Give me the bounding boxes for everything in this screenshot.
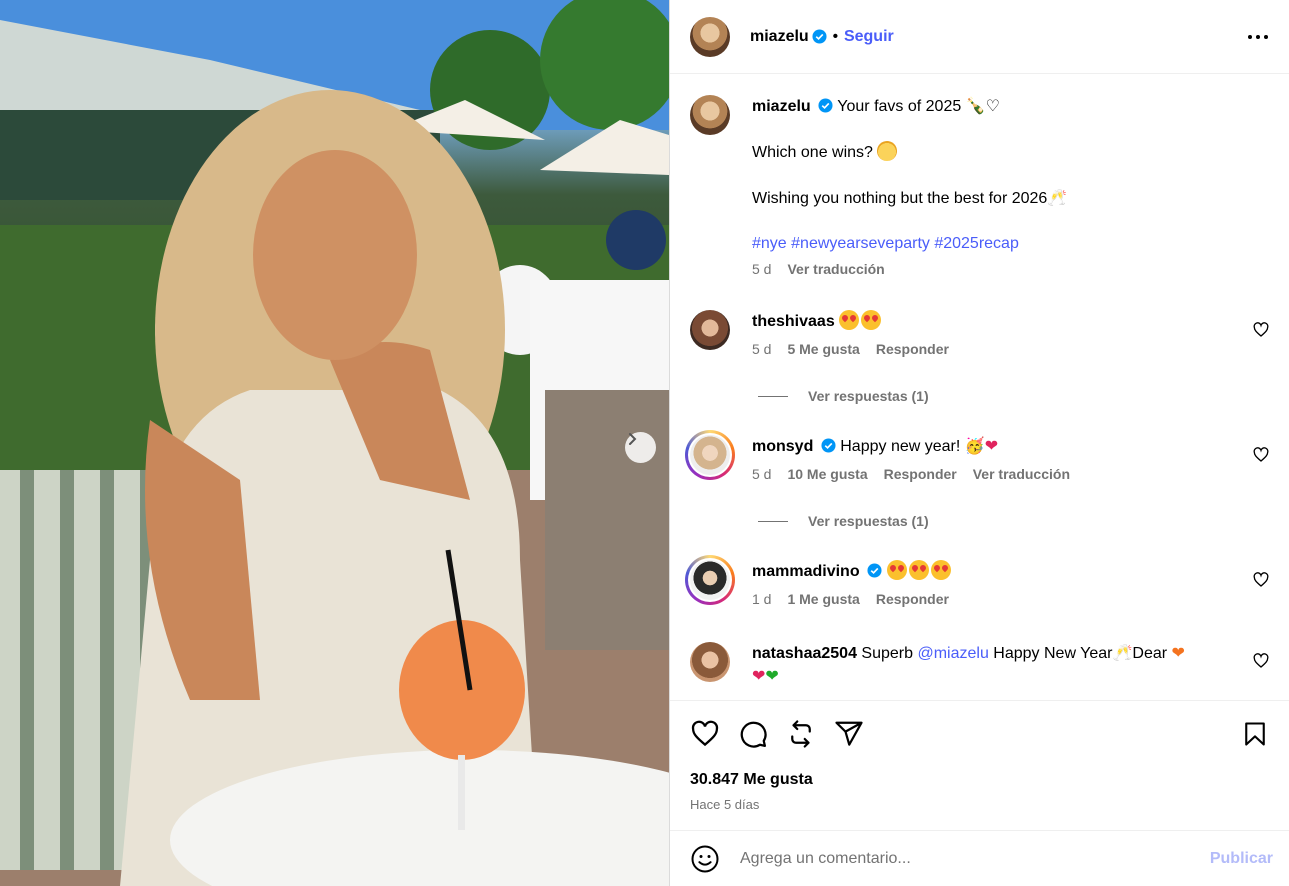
caption-hashtags[interactable]: #nye #newyearseveparty #2025recap [752, 235, 1019, 252]
comment-age[interactable]: 5 d [752, 466, 771, 482]
comment-age[interactable]: 5 d [752, 341, 771, 357]
comment-translate-link[interactable]: Ver traducción [973, 466, 1070, 482]
champagne-icon: 🍾 [965, 96, 986, 115]
comment-text-before: Superb [861, 645, 914, 662]
heart-eyes-icon [861, 310, 882, 330]
comment-reply-button[interactable]: Responder [876, 341, 949, 357]
heart-eyes-icon [886, 560, 907, 580]
chevron-right-icon [629, 433, 637, 445]
green-heart-icon: ❤ [765, 666, 779, 685]
comment-likes[interactable]: 10 Me gusta [787, 466, 867, 482]
heart-eyes-icon [839, 310, 860, 330]
comment-age[interactable]: 1 d [752, 591, 771, 607]
verified-badge-icon [821, 438, 836, 453]
more-options-icon[interactable] [1247, 26, 1269, 48]
replies-divider [758, 520, 788, 522]
caption-translate-link[interactable]: Ver traducción [787, 261, 884, 277]
comment-like-icon[interactable] [1253, 447, 1269, 463]
comment-username[interactable]: mammadivino [752, 563, 860, 580]
comment-item: monsyd Happy new year! 🥳❤ 5 d 10 Me gust… [685, 430, 1269, 482]
post-photo-illustration [0, 0, 669, 886]
share-icon[interactable] [834, 719, 864, 749]
comment-like-icon[interactable] [1253, 322, 1269, 338]
comment-text-after: Happy New Year [993, 645, 1113, 662]
repost-icon[interactable] [786, 719, 816, 749]
party-mask-icon: 🥳 [964, 436, 985, 455]
like-icon[interactable] [690, 719, 720, 749]
comment-avatar[interactable] [690, 642, 730, 682]
view-replies-button[interactable]: Ver respuestas (1) [758, 388, 929, 404]
caption: miazelu Your favs of 2025 🍾♡ Which one w… [690, 95, 1269, 277]
view-replies-button[interactable]: Ver respuestas (1) [758, 513, 929, 529]
post-side-panel: miazelu • Seguir miazelu Your favs of 20… [669, 0, 1289, 886]
comment-item: theshivaas 5 d 5 Me gusta Responder [690, 310, 1269, 357]
post-photo[interactable] [0, 0, 669, 886]
caption-text-line1: Your favs of 2025 [837, 98, 962, 115]
comment-likes[interactable]: 1 Me gusta [787, 591, 859, 607]
comment-icon[interactable] [738, 719, 768, 749]
comment-like-icon[interactable] [1253, 572, 1269, 588]
view-replies-label: Ver respuestas (1) [808, 388, 929, 404]
heart-eyes-icon [908, 560, 929, 580]
verified-badge-icon [867, 563, 882, 578]
verified-badge-icon [812, 29, 827, 44]
save-bookmark-icon[interactable] [1241, 719, 1269, 749]
comment-item: natashaa2504 Superb @miazelu Happy New Y… [690, 642, 1269, 688]
comment-reply-button[interactable]: Responder [884, 466, 957, 482]
clinking-glasses-icon: 🥂 [1112, 643, 1133, 662]
heart-eyes-icon [930, 560, 951, 580]
comment-username[interactable]: natashaa2504 [752, 645, 857, 662]
follow-button[interactable]: Seguir [844, 28, 894, 46]
clinking-glasses-icon: 🥂 [1047, 188, 1068, 207]
add-comment-bar: Publicar [670, 830, 1289, 886]
caption-text-line2: Which one wins? [752, 144, 873, 161]
separator-dot: • [832, 28, 838, 45]
heart-outline-icon: ♡ [985, 96, 1000, 115]
orange-heart-icon: ❤ [1171, 643, 1185, 662]
publish-button[interactable]: Publicar [1210, 850, 1273, 868]
caption-avatar[interactable] [690, 95, 730, 135]
comment-input[interactable] [740, 849, 1210, 868]
comment-avatar [690, 435, 730, 475]
view-replies-label: Ver respuestas (1) [808, 513, 929, 529]
comment-text: Happy new year! [840, 438, 961, 455]
story-ring[interactable] [685, 430, 735, 480]
comment-username[interactable]: monsyd [752, 438, 813, 455]
author-username[interactable]: miazelu [750, 28, 809, 46]
comment-likes[interactable]: 5 Me gusta [787, 341, 859, 357]
author-avatar[interactable] [690, 16, 730, 57]
replies-divider [758, 395, 788, 397]
caption-age[interactable]: 5 d [752, 261, 771, 277]
comment-avatar [690, 560, 730, 600]
comment-text-end: Dear [1132, 645, 1168, 662]
comment-reply-button[interactable]: Responder [876, 591, 949, 607]
caption-username[interactable]: miazelu [752, 98, 811, 115]
caption-text-line3: Wishing you nothing but the best for 202… [752, 190, 1048, 207]
red-heart-icon: ❤ [984, 436, 999, 455]
verified-badge-icon [818, 98, 833, 113]
red-heart-icon: ❤ [752, 666, 766, 685]
carousel-next-button[interactable] [625, 432, 656, 463]
comment-avatar[interactable] [690, 310, 730, 350]
comment-mention[interactable]: @miazelu [917, 645, 988, 662]
post-header: miazelu • Seguir [670, 0, 1289, 74]
comment-like-icon[interactable] [1253, 653, 1269, 669]
post-time: Hace 5 días [690, 797, 760, 812]
pleading-face-icon [877, 141, 898, 161]
emoji-picker-icon[interactable] [690, 844, 720, 874]
post-actions: 30.847 Me gusta Hace 5 días [670, 700, 1289, 812]
comment-item: mammadivino 1 d 1 Me gusta Responder [685, 555, 1269, 607]
comments-list[interactable]: miazelu Your favs of 2025 🍾♡ Which one w… [670, 75, 1289, 700]
story-ring[interactable] [685, 555, 735, 605]
comment-username[interactable]: theshivaas [752, 313, 835, 330]
like-count[interactable]: 30.847 Me gusta [690, 771, 1269, 789]
